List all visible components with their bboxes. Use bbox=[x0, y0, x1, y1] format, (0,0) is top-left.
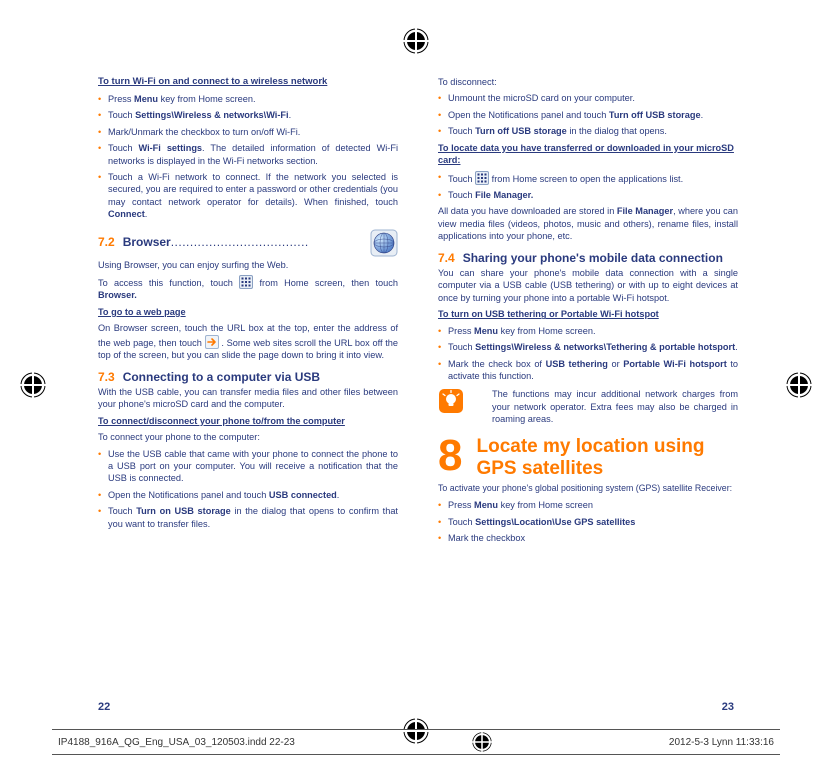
list-item: Press Menu key from Home screen. bbox=[98, 93, 398, 105]
locate-step-1-b: from Home screen to open the application… bbox=[492, 174, 684, 184]
section-7-2: 7.2 Browser bbox=[98, 229, 398, 257]
heading-locate-data: To locate data you have transferred or d… bbox=[438, 142, 738, 167]
tether-steps: Press Menu key from Home screen. Touch S… bbox=[438, 325, 738, 383]
list-item: Touch Turn on USB storage in the dialog … bbox=[98, 505, 398, 530]
heading-goto-webpage: To go to a web page bbox=[98, 306, 398, 318]
share-paragraph: You can share your phone's mobile data c… bbox=[438, 267, 738, 304]
page-sheet: To turn Wi-Fi on and connect to a wirele… bbox=[0, 0, 832, 773]
browser-intro: Using Browser, you can enjoy surfing the… bbox=[98, 259, 398, 271]
locate-steps: Touch from Home screen to open the appli… bbox=[438, 171, 738, 202]
page-number-right: 23 bbox=[722, 701, 734, 713]
list-item: Mark the checkbox bbox=[438, 532, 738, 544]
list-item: Touch Settings\Wireless & networks\Wi-Fi… bbox=[98, 109, 398, 121]
section-title: Browser bbox=[123, 235, 360, 249]
content-columns: To turn Wi-Fi on and connect to a wirele… bbox=[98, 76, 738, 549]
list-item: Mark the check box of USB tethering or P… bbox=[438, 358, 738, 383]
registration-mark-top bbox=[403, 28, 429, 54]
list-item: Use the USB cable that came with your ph… bbox=[98, 448, 398, 485]
goto-webpage-text: On Browser screen, touch the URL box at … bbox=[98, 322, 398, 361]
gps-intro: To activate your phone's global position… bbox=[438, 483, 738, 495]
chapter-8: 8 Locate my location using GPS satellite… bbox=[438, 436, 738, 480]
list-item: Open the Notifications panel and touch U… bbox=[98, 489, 398, 501]
section-7-3: 7.3 Connecting to a computer via USB bbox=[98, 370, 398, 384]
go-arrow-icon bbox=[205, 335, 219, 349]
info-bulb-icon bbox=[438, 388, 464, 414]
section-number: 7.3 bbox=[98, 370, 115, 384]
section-number: 7.4 bbox=[438, 251, 455, 265]
page-22: To turn Wi-Fi on and connect to a wirele… bbox=[98, 76, 398, 549]
section-title: Sharing your phone's mobile data connect… bbox=[463, 251, 723, 265]
list-item: Press Menu key from Home screen bbox=[438, 499, 738, 511]
chapter-number: 8 bbox=[438, 436, 462, 476]
heading-tethering: To turn on USB tethering or Portable Wi-… bbox=[438, 308, 738, 320]
browser-access: To access this function, touch from Home… bbox=[98, 275, 398, 302]
page-23: To disconnect: Unmount the microSD card … bbox=[438, 76, 738, 549]
note-charges: The functions may incur additional netwo… bbox=[438, 388, 738, 425]
list-item: Open the Notifications panel and touch T… bbox=[438, 109, 738, 121]
footer-timestamp: 2012-5-3 Lynn 11:33:16 bbox=[669, 737, 774, 748]
locate-step-1-a: Touch bbox=[448, 174, 475, 184]
note-text: The functions may incur additional netwo… bbox=[470, 388, 738, 425]
footer-filename: IP4188_916A_QG_Eng_USA_03_120503.indd 22… bbox=[58, 737, 295, 748]
apps-grid-icon bbox=[239, 275, 253, 289]
wifi-steps: Press Menu key from Home screen. Touch S… bbox=[98, 93, 398, 221]
section-title: Connecting to a computer via USB bbox=[123, 370, 320, 384]
section-number: 7.2 bbox=[98, 235, 115, 249]
heading-connect-disconnect: To connect/disconnect your phone to/from… bbox=[98, 415, 398, 427]
disconnect-steps: Unmount the microSD card on your compute… bbox=[438, 92, 738, 137]
apps-grid-icon bbox=[475, 171, 489, 185]
list-item: Mark/Unmark the checkbox to turn on/off … bbox=[98, 126, 398, 138]
connect-intro: To connect your phone to the computer: bbox=[98, 431, 398, 443]
print-footer: IP4188_916A_QG_Eng_USA_03_120503.indd 22… bbox=[52, 729, 780, 755]
chapter-title: Locate my location using GPS satellites bbox=[476, 436, 738, 480]
disconnect-intro: To disconnect: bbox=[438, 76, 738, 88]
list-item: Unmount the microSD card on your compute… bbox=[438, 92, 738, 104]
connect-steps: Use the USB cable that came with your ph… bbox=[98, 448, 398, 531]
list-item: Touch Turn off USB storage in the dialog… bbox=[438, 125, 738, 137]
browser-globe-icon bbox=[370, 229, 398, 257]
list-item: Press Menu key from Home screen. bbox=[438, 325, 738, 337]
list-item: Touch Wi-Fi settings. The detailed infor… bbox=[98, 142, 398, 167]
usb-intro: With the USB cable, you can transfer med… bbox=[98, 386, 398, 411]
section-7-4: 7.4 Sharing your phone's mobile data con… bbox=[438, 251, 738, 265]
list-item: Touch Settings\Location\Use GPS satellit… bbox=[438, 516, 738, 528]
list-item: Touch File Manager. bbox=[438, 189, 738, 201]
registration-mark-right bbox=[786, 372, 812, 398]
list-item: Touch a Wi-Fi network to connect. If the… bbox=[98, 171, 398, 221]
gps-steps: Press Menu key from Home screen Touch Se… bbox=[438, 499, 738, 544]
list-item: Touch Settings\Wireless & networks\Tethe… bbox=[438, 341, 738, 353]
heading-wifi-connect: To turn Wi-Fi on and connect to a wirele… bbox=[98, 76, 398, 89]
locate-paragraph: All data you have downloaded are stored … bbox=[438, 205, 738, 242]
registration-mark-left bbox=[20, 372, 46, 398]
list-item: Touch from Home screen to open the appli… bbox=[438, 171, 738, 185]
page-number-left: 22 bbox=[98, 701, 110, 713]
registration-mark-footer bbox=[472, 732, 492, 752]
